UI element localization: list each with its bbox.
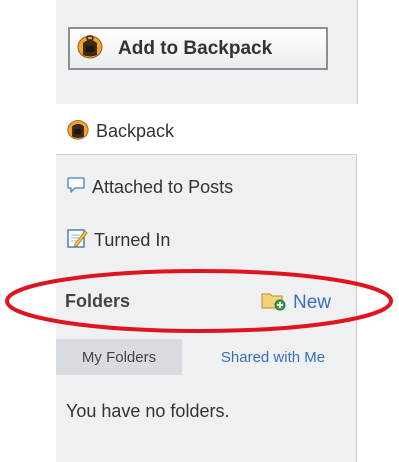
folders-header: Folders New — [56, 283, 356, 323]
nav-turned-in-label: Turned In — [94, 230, 171, 250]
tab-backpack[interactable]: Backpack — [66, 118, 174, 145]
backpack-toolbar: Add to Backpack — [56, 0, 358, 104]
nav-attached-label: Attached to Posts — [92, 177, 234, 197]
folders-title: Folders — [65, 291, 131, 311]
notepad-pencil-icon — [66, 227, 88, 254]
tab-my-folders[interactable]: My Folders — [56, 339, 182, 375]
folders-empty-message: You have no folders. — [66, 401, 230, 421]
backpack-tab-row: Backpack — [56, 104, 357, 154]
tab-backpack-label: Backpack — [96, 121, 175, 141]
backpack-icon — [76, 33, 104, 64]
nav-turned-in[interactable]: Turned In — [66, 227, 170, 254]
new-folder-button[interactable]: New — [261, 289, 331, 316]
new-folder-icon — [261, 289, 287, 316]
speech-bubble-icon — [66, 175, 86, 200]
tab-shared-with-me[interactable]: Shared with Me — [190, 339, 356, 375]
new-folder-label: New — [293, 291, 332, 313]
folder-tabs: My Folders Shared with Me — [56, 339, 356, 375]
backpack-icon — [66, 118, 90, 145]
add-to-backpack-button[interactable]: Add to Backpack — [68, 27, 328, 70]
backpack-panel: Attached to Posts Turned In Folders New … — [56, 154, 357, 462]
backpack-sidebar: Add to Backpack Backpack Attached to Pos… — [0, 0, 399, 462]
nav-attached-to-posts[interactable]: Attached to Posts — [66, 175, 233, 200]
add-to-backpack-label: Add to Backpack — [118, 37, 273, 59]
